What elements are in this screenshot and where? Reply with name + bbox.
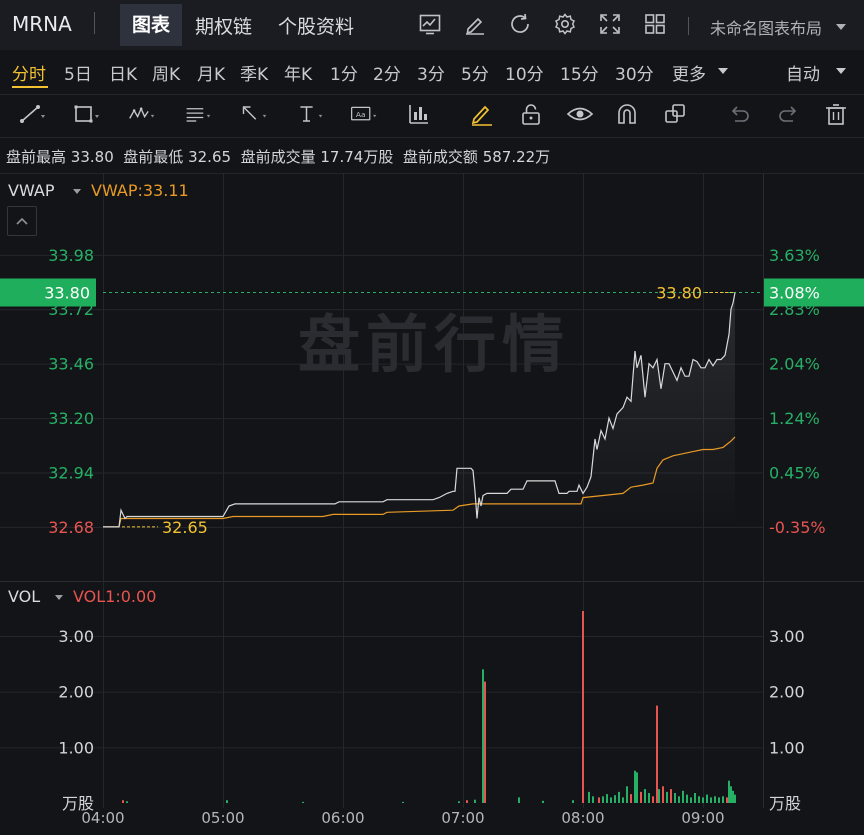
volume-bar-42 xyxy=(698,796,700,803)
volume-bar-21 xyxy=(618,791,620,803)
vol-unit-label: 万股 xyxy=(62,794,94,813)
volume-bar-36 xyxy=(674,793,676,803)
current-pct-tag-text: 3.08% xyxy=(769,284,820,303)
vol-tick-label-right: 1.00 xyxy=(769,738,805,757)
volume-bar-53 xyxy=(734,794,736,803)
volume-bar-50 xyxy=(728,780,730,803)
volume-bar-47 xyxy=(718,797,720,803)
volume-bar-46 xyxy=(714,796,716,803)
x-tick-label: 09:00 xyxy=(681,809,724,827)
volume-bar-15 xyxy=(592,796,594,803)
vol-tick-label: 3.00 xyxy=(58,627,94,646)
volume-bar-18 xyxy=(606,794,608,803)
volume-bar-10 xyxy=(518,797,520,803)
volume-bar-28 xyxy=(644,789,646,803)
volume-bar-1 xyxy=(126,801,128,803)
volume-bar-11 xyxy=(542,800,544,803)
vol-tick-label-right: 2.00 xyxy=(769,683,805,702)
volume-bar-20 xyxy=(614,795,616,803)
x-tick-label: 05:00 xyxy=(201,809,244,827)
volume-bar-48 xyxy=(722,796,724,803)
volume-bar-38 xyxy=(682,790,684,803)
y-tick-label: 33.98 xyxy=(48,246,94,265)
volume-bar-29 xyxy=(648,793,650,803)
volume-bar-23 xyxy=(626,786,628,803)
vol-indicator-value: VOL1:0.00 xyxy=(73,587,157,606)
y-tick-label: 33.46 xyxy=(48,355,94,374)
volume-bar-34 xyxy=(666,791,668,803)
volume-bar-41 xyxy=(694,793,696,803)
volume-bar-17 xyxy=(602,796,604,803)
volume-bar-0 xyxy=(122,800,124,803)
y-pct-label: 1.24% xyxy=(769,409,820,428)
y-pct-label: 2.04% xyxy=(769,355,820,374)
x-tick-label: 06:00 xyxy=(321,809,364,827)
volume-bar-8 xyxy=(482,669,484,803)
volume-bar-16 xyxy=(598,797,600,803)
volume-bar-51 xyxy=(730,786,732,803)
volume-bar-35 xyxy=(670,789,672,803)
current-price-tag-text: 33.80 xyxy=(44,284,90,303)
volume-bar-33 xyxy=(662,786,664,803)
volume-bar-3 xyxy=(302,801,304,803)
volume-bar-14 xyxy=(588,791,590,803)
x-tick-label: 07:00 xyxy=(441,809,484,827)
volume-bar-9 xyxy=(484,681,486,803)
volume-bar-4 xyxy=(402,801,404,803)
vwap-indicator-value: VWAP:33.11 xyxy=(91,181,189,200)
volume-bar-22 xyxy=(622,797,624,803)
y-pct-label: -0.35% xyxy=(769,518,826,537)
volume-bar-7 xyxy=(474,799,476,803)
vwap-indicator-name[interactable]: VWAP xyxy=(8,181,54,200)
volume-bar-45 xyxy=(710,797,712,803)
volume-bar-40 xyxy=(690,797,692,803)
y-tick-label: 32.94 xyxy=(48,464,94,483)
y-pct-label: 0.45% xyxy=(769,464,820,483)
watermark-text: 盘前行情 xyxy=(298,308,570,381)
vol-indicator-name[interactable]: VOL xyxy=(8,587,40,606)
x-tick-label: 08:00 xyxy=(561,809,604,827)
y-pct-label: 3.63% xyxy=(769,246,820,265)
volume-bar-19 xyxy=(610,797,612,803)
volume-bar-25 xyxy=(634,770,636,803)
vol-tick-label: 2.00 xyxy=(58,683,94,702)
volume-bar-6 xyxy=(466,800,468,803)
high-price-marker: 33.80 xyxy=(656,284,702,303)
low-price-marker: 32.65 xyxy=(162,518,208,537)
volume-bar-12 xyxy=(572,800,574,803)
volume-bar-32 xyxy=(658,789,660,803)
intraday-chart[interactable]: 04:00 05:00 06:00 07:00 08:00 09:0033.9833.72… xyxy=(0,0,864,835)
y-tick-label: 32.68 xyxy=(48,518,94,537)
y-tick-label: 33.20 xyxy=(48,409,94,428)
vol-tick-label: 1.00 xyxy=(58,738,94,757)
vol-unit-label-right: 万股 xyxy=(769,794,801,813)
volume-bar-5 xyxy=(458,801,460,803)
volume-bar-49 xyxy=(726,797,728,803)
volume-bar-37 xyxy=(678,796,680,803)
volume-bar-31 xyxy=(656,705,658,803)
volume-bar-44 xyxy=(706,794,708,803)
volume-bar-13 xyxy=(582,611,584,803)
chevron-down-icon[interactable] xyxy=(73,189,81,194)
vol-tick-label-right: 3.00 xyxy=(769,627,805,646)
volume-bar-26 xyxy=(636,772,638,803)
volume-bar-24 xyxy=(630,794,632,803)
volume-bar-52 xyxy=(732,790,734,803)
collapse-panel-button[interactable] xyxy=(7,206,37,236)
volume-bar-27 xyxy=(640,791,642,803)
volume-bar-43 xyxy=(702,797,704,803)
volume-bar-2 xyxy=(226,800,228,803)
chevron-down-icon[interactable] xyxy=(55,595,63,600)
volume-bar-30 xyxy=(652,796,654,803)
chevron-up-icon xyxy=(16,217,28,225)
volume-bar-39 xyxy=(686,794,688,803)
